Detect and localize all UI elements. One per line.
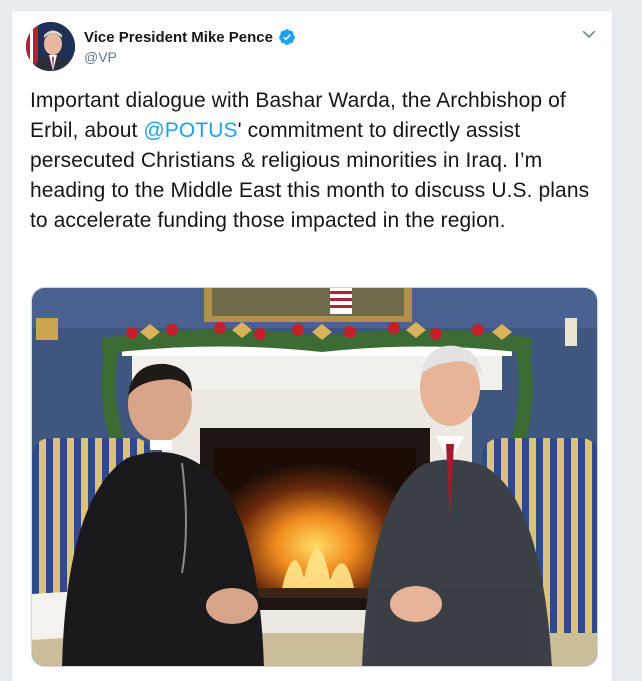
profile-avatar-icon [26,22,75,71]
display-name-row[interactable]: Vice President Mike Pence [84,28,296,46]
handle[interactable]: @VP [84,49,296,65]
author-block: Vice President Mike Pence @VP [84,28,296,65]
chevron-down-icon[interactable] [580,25,598,43]
display-name[interactable]: Vice President Mike Pence [84,29,273,46]
tweet-card[interactable]: Vice President Mike Pence @VP Important … [11,10,613,681]
tweet-photo[interactable] [31,287,598,667]
verified-badge-icon [279,29,295,45]
profile-avatar[interactable] [26,22,75,71]
tweet-text: Important dialogue with Bashar Warda, th… [30,86,605,236]
meeting-photo [32,288,597,666]
mention-link[interactable]: @POTUS [143,119,237,142]
